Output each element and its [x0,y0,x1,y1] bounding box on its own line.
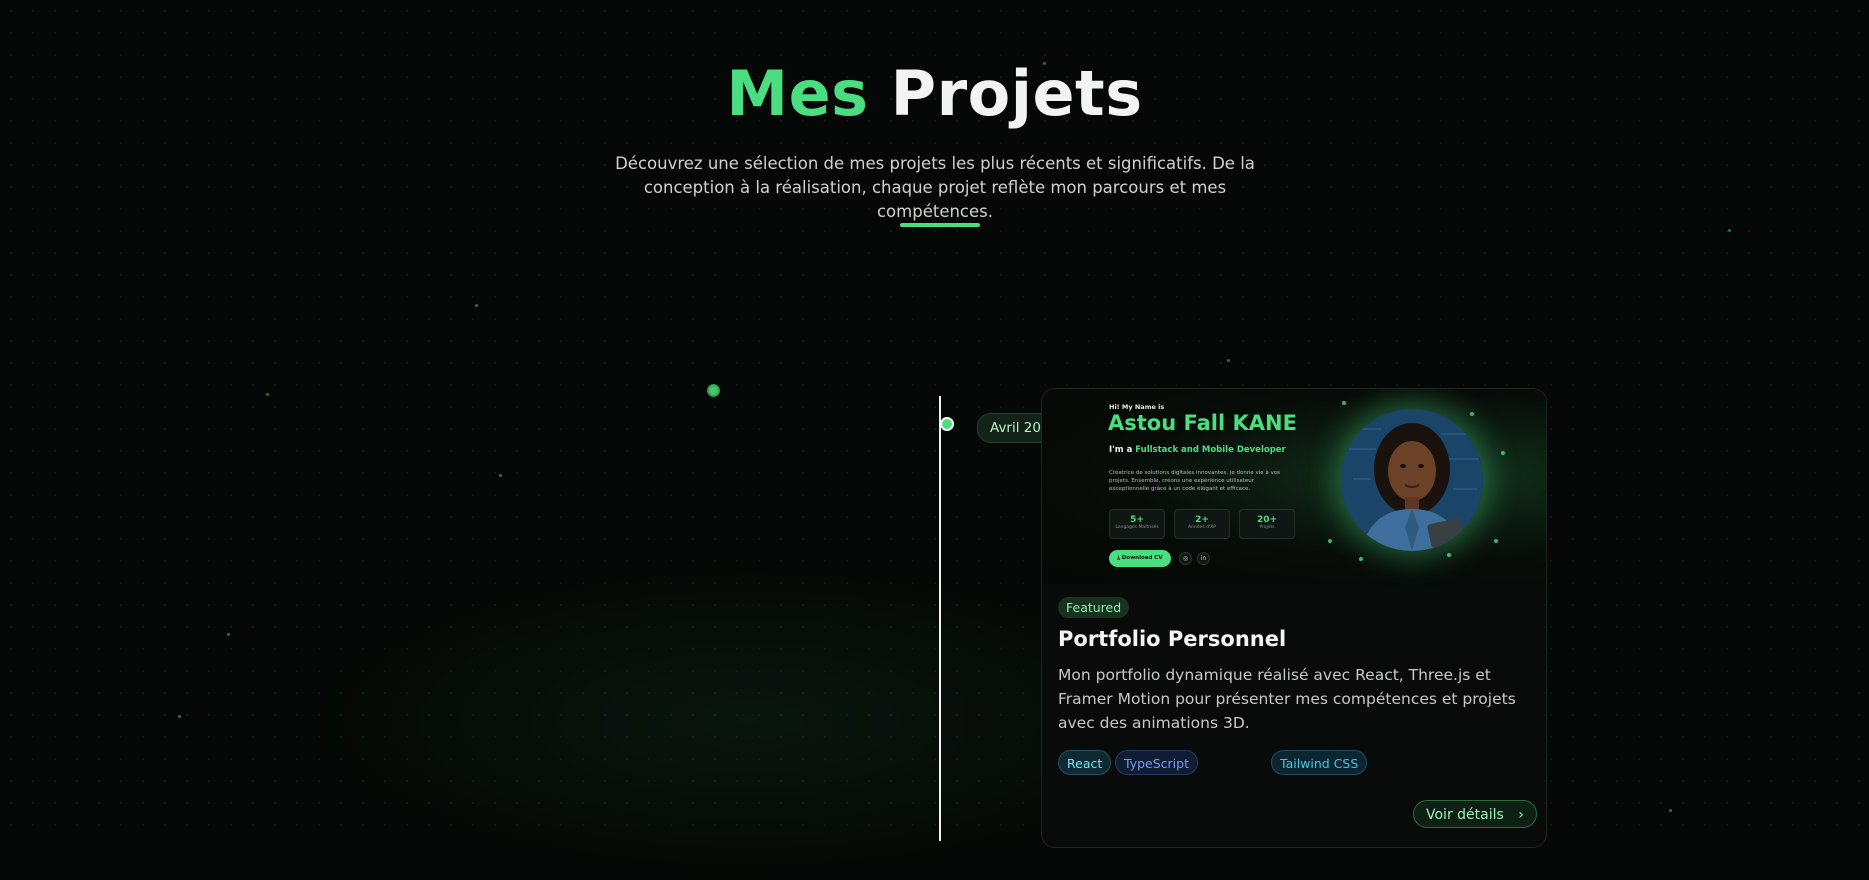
particle [1227,359,1230,362]
preview-stat: 20+ Projets [1239,509,1295,539]
preview-role-prefix: I'm a [1109,445,1136,455]
preview-stat-value: 2+ [1195,515,1209,525]
particle [227,633,230,636]
sparkle [1359,557,1363,561]
view-details-label: Voir détails [1426,807,1504,823]
preview-role: I'm a Fullstack and Mobile Developer [1109,445,1286,455]
project-card[interactable]: Hi! My Name is Astou Fall KANE I'm a Ful… [1041,388,1547,848]
preview-greeting: Hi! My Name is [1109,403,1165,411]
chevron-right-icon: › [1518,807,1524,823]
section-title: Mes Projets [0,58,1869,130]
particle [1728,229,1731,232]
tech-tag-typescript: TypeScript [1115,750,1198,775]
preview-description: Créatrice de solutions digitales innovan… [1109,470,1280,492]
preview-avatar [1341,409,1483,551]
project-title: Portfolio Personnel [1058,627,1287,651]
tech-tag-tailwind: Tailwind CSS [1271,750,1368,775]
sparkle [1328,539,1332,543]
particle [1669,809,1672,812]
preview-name: Astou Fall KANE [1108,411,1297,435]
tech-tag-react: React [1058,750,1112,775]
particle [266,393,269,396]
particle [475,304,478,307]
sparkle [1447,553,1451,557]
sparkle [1342,401,1346,405]
section-title-main: Projets [890,57,1143,130]
view-details-button[interactable]: Voir détails › [1413,800,1537,828]
timeline-dot [940,417,954,431]
sparkle [1501,451,1505,455]
preview-stat-value: 5+ [1130,515,1144,525]
linkedin-icon: in [1197,552,1210,565]
particle [178,715,181,718]
sparkle [1494,539,1498,543]
title-underline [900,223,980,227]
particle [499,474,502,477]
timeline-line [939,396,941,841]
preview-role-title: Fullstack and Mobile Developer [1135,445,1286,455]
preview-download-cv-button: ⤓ Download CV [1109,550,1171,567]
avatar-portrait [1341,409,1483,551]
preview-stat: 2+ Années d'XP [1174,509,1230,539]
preview-stat-label: Langages Maîtrisés [1115,525,1159,530]
section-subtitle: Découvrez une sélection de mes projets l… [615,154,1255,221]
featured-badge: Featured [1058,597,1130,618]
preview-stat-label: Projets [1259,525,1275,530]
preview-stat-value: 20+ [1256,515,1278,525]
github-icon: ◎ [1179,552,1192,565]
preview-stat-label: Années d'XP [1188,525,1216,530]
project-preview-image: Hi! My Name is Astou Fall KANE I'm a Ful… [1042,389,1546,584]
floating-orb [707,384,720,397]
preview-stats: 5+ Langages Maîtrisés 2+ Années d'XP 20+… [1109,509,1295,539]
preview-stat: 5+ Langages Maîtrisés [1109,509,1165,539]
project-description: Mon portfolio dynamique réalisé avec Rea… [1058,666,1516,732]
section-title-accent: Mes [726,57,869,130]
